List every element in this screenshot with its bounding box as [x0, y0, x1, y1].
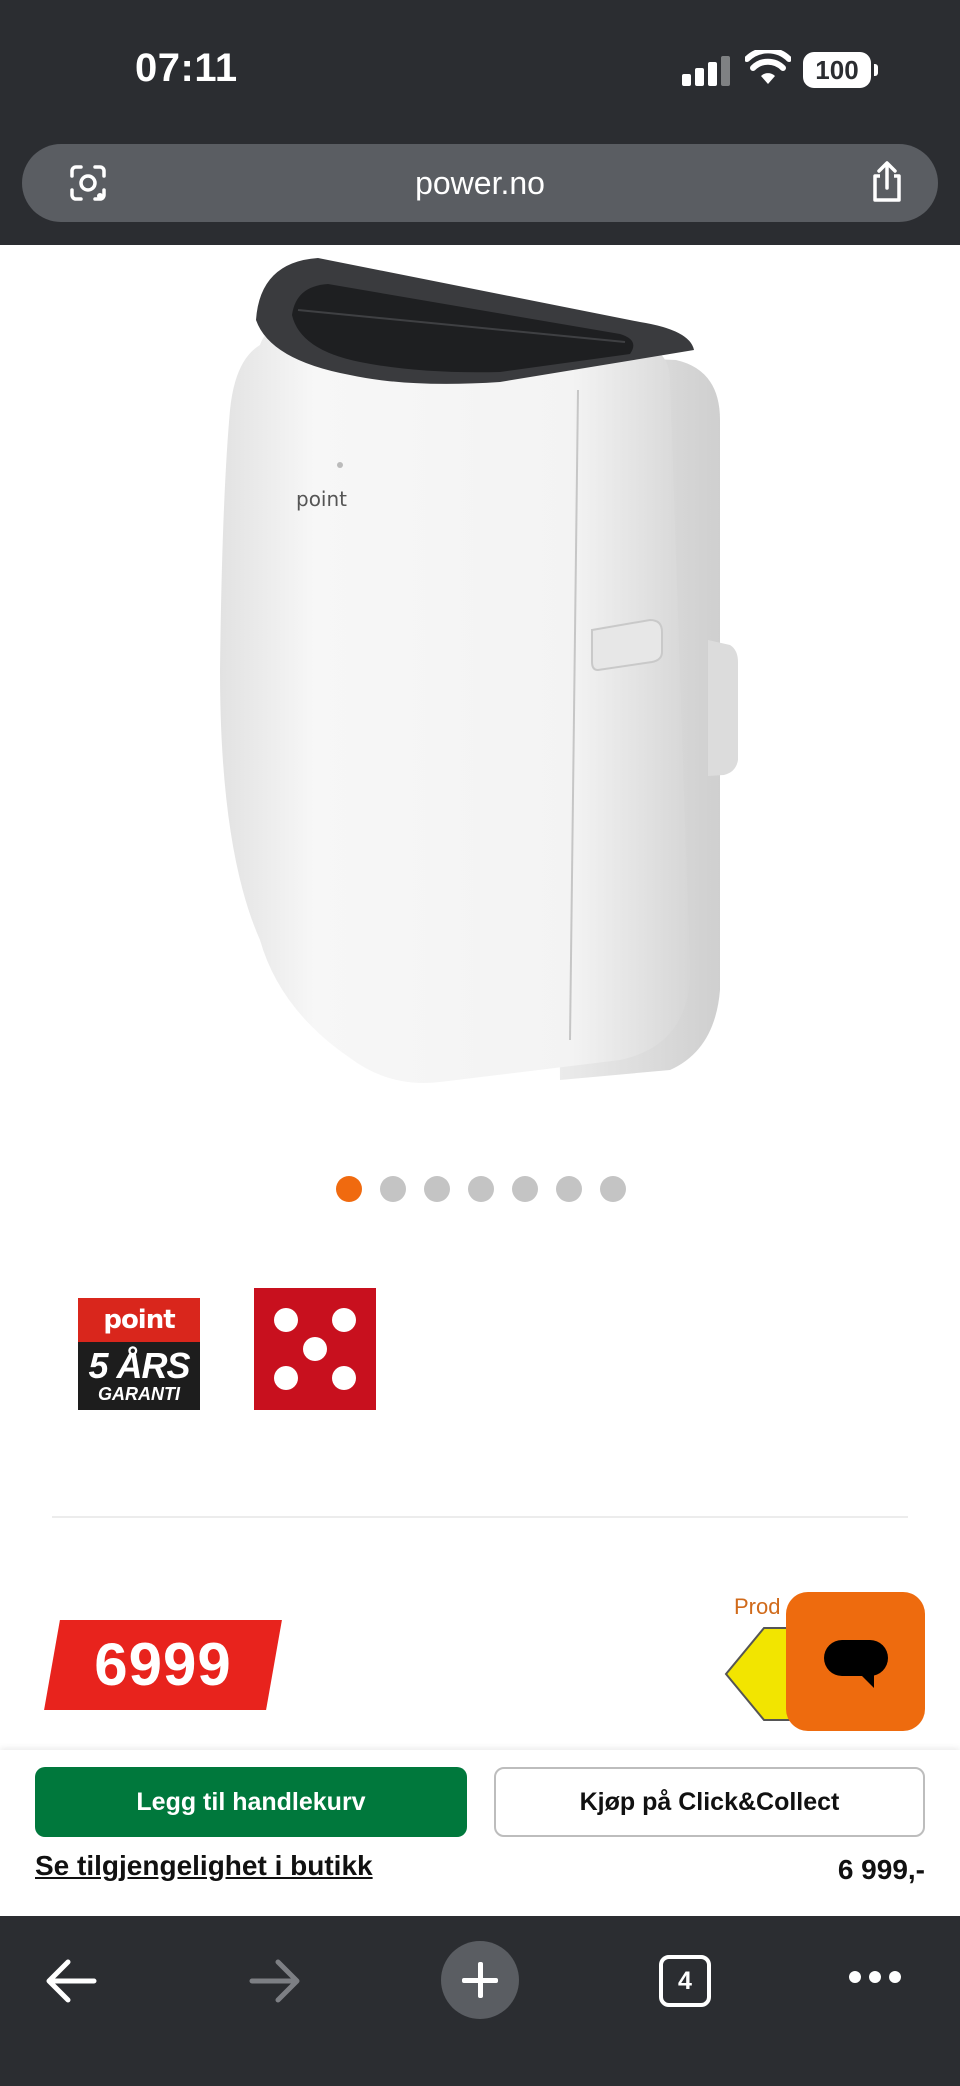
- chat-button[interactable]: [786, 1592, 925, 1731]
- url-text[interactable]: power.no: [22, 144, 938, 222]
- more-icon[interactable]: [849, 1971, 901, 1985]
- dice-pip: [332, 1308, 356, 1332]
- signal-icon: [682, 56, 730, 86]
- chat-bubble-icon: [824, 1640, 888, 1688]
- price-tag: 6999: [94, 1631, 232, 1698]
- new-tab-icon[interactable]: [441, 1941, 519, 2019]
- dice-pip: [274, 1366, 298, 1390]
- browser-toolbar: 4: [0, 1916, 960, 2086]
- add-to-cart-button[interactable]: Legg til handlekurv: [35, 1767, 467, 1837]
- dice-pip: [303, 1337, 327, 1361]
- battery-icon: 100: [803, 52, 878, 88]
- wifi-icon: [745, 50, 791, 84]
- browser-top-bar: 07:11 100 power.no: [0, 0, 960, 245]
- sticky-purchase-bar: Legg til handlekurv Kjøp på Click&Collec…: [0, 1750, 960, 1916]
- click-and-collect-button[interactable]: Kjøp på Click&Collect: [494, 1767, 925, 1837]
- back-icon[interactable]: [44, 1958, 98, 2004]
- carousel-dot-6[interactable]: [556, 1176, 582, 1202]
- energy-label-caption[interactable]: Prod: [734, 1594, 780, 1620]
- share-icon[interactable]: [867, 160, 907, 204]
- address-bar[interactable]: power.no: [22, 144, 938, 222]
- warranty-badge[interactable]: point 5 ÅRS GARANTI: [78, 1298, 200, 1410]
- warranty-badge-years: 5 ÅRS: [88, 1345, 190, 1386]
- carousel-dot-3[interactable]: [424, 1176, 450, 1202]
- store-availability-link[interactable]: Se tilgjengelighet i butikk: [35, 1846, 373, 1886]
- warranty-badge-word: GARANTI: [98, 1384, 180, 1404]
- carousel-dot-4[interactable]: [468, 1176, 494, 1202]
- forward-icon[interactable]: [248, 1958, 302, 2004]
- carousel-pagination[interactable]: [336, 1176, 626, 1202]
- product-image-logo: point: [296, 487, 347, 511]
- dice-pip: [274, 1308, 298, 1332]
- carousel-dot-7[interactable]: [600, 1176, 626, 1202]
- tabs-icon[interactable]: 4: [659, 1955, 711, 2007]
- carousel-dot-2[interactable]: [380, 1176, 406, 1202]
- carousel-dot-1[interactable]: [336, 1176, 362, 1202]
- sticky-price: 6 999,-: [837, 1854, 925, 1885]
- dice-pip: [332, 1366, 356, 1390]
- test-rating-dice-badge[interactable]: [254, 1288, 376, 1410]
- status-time: 07:11: [135, 46, 238, 90]
- warranty-badge-brand: point: [78, 1298, 200, 1342]
- carousel-dot-5[interactable]: [512, 1176, 538, 1202]
- section-divider: [52, 1516, 908, 1518]
- product-image[interactable]: point: [200, 250, 760, 1090]
